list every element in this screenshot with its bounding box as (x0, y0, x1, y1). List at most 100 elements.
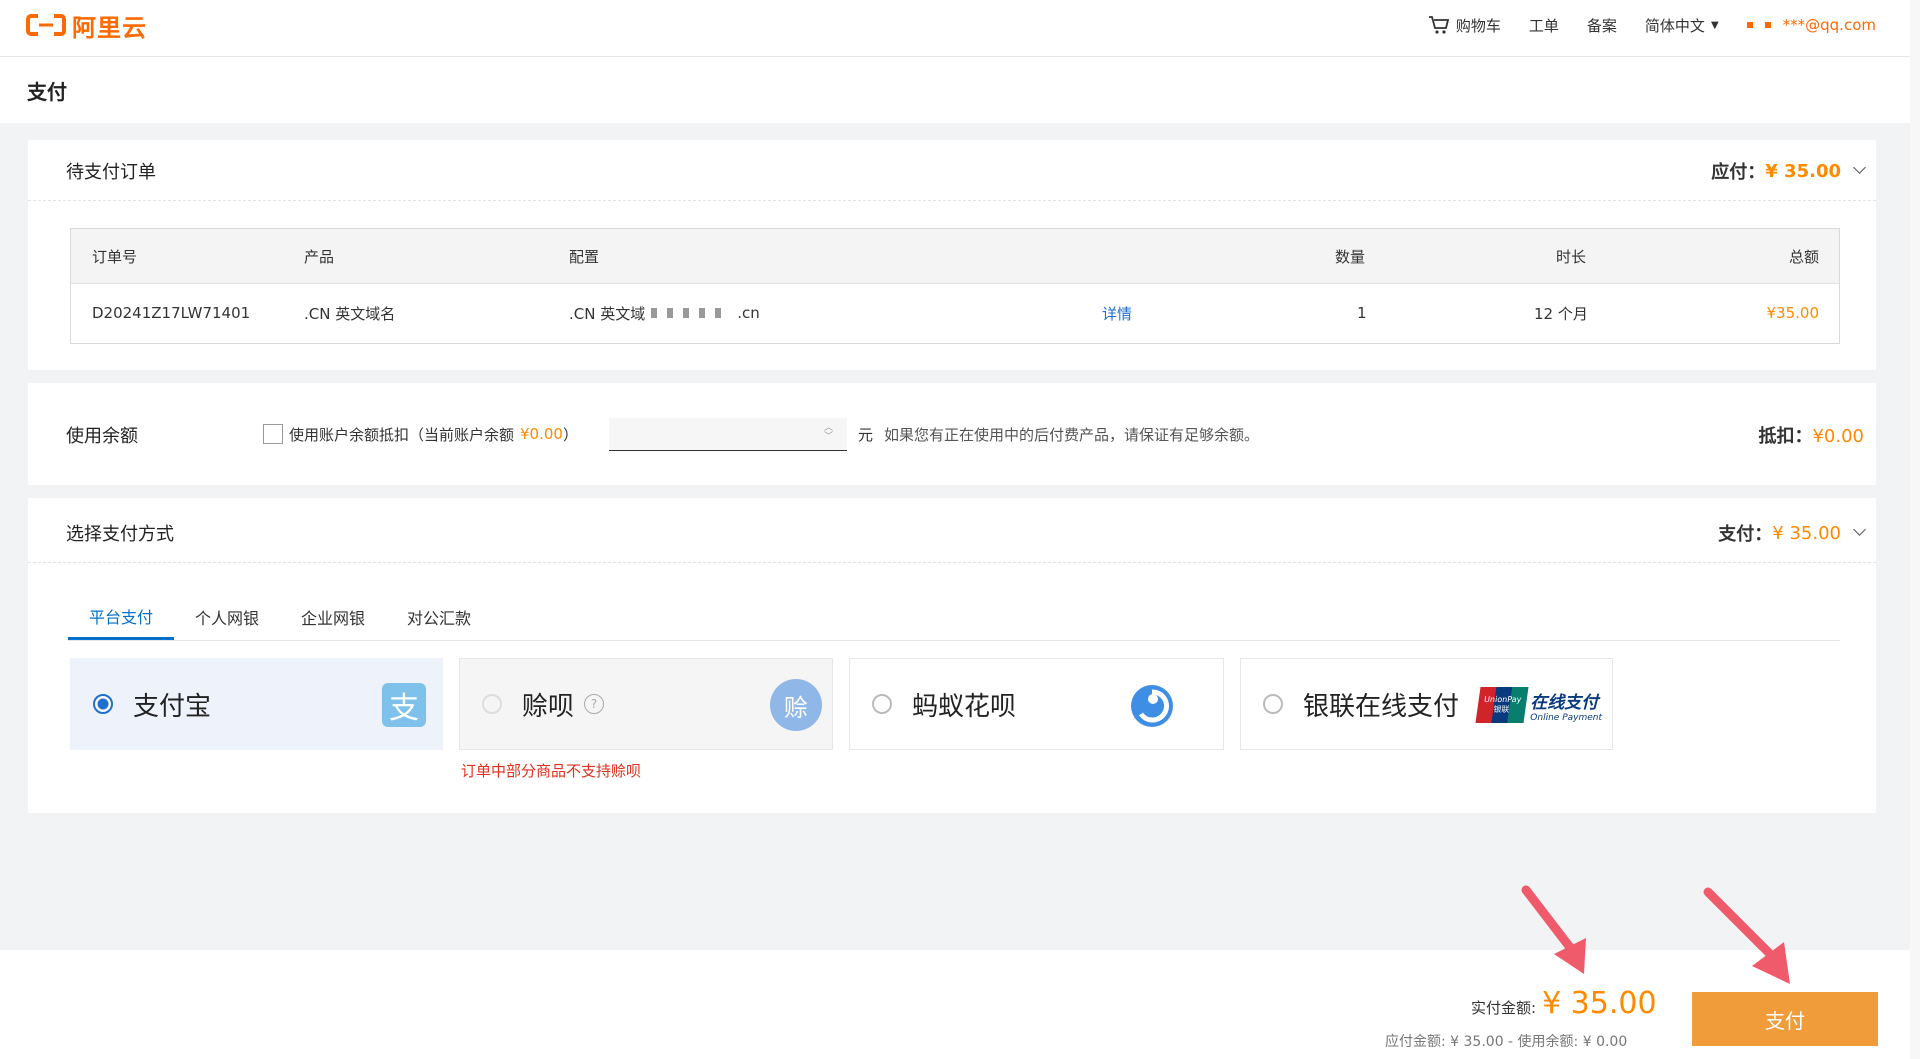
alipay-label: 支付宝 (133, 691, 212, 722)
balance-amount-input[interactable]: ︿ ﹀ (609, 418, 847, 451)
deduct-label: 抵扣： (1758, 426, 1813, 447)
unionpay-text: 在线支付 Online Payment (1530, 688, 1602, 723)
divider (28, 562, 1876, 563)
pay-amount: ¥ 35.00 (1772, 522, 1841, 544)
caret-down-icon: ▼ (1710, 19, 1719, 31)
page-title-bar (0, 57, 1910, 123)
config-value: .CN 英文域 .cn (569, 284, 760, 342)
shebei-icon: 赊 (770, 679, 822, 731)
tab-personal-bank[interactable]: 个人网银 (174, 594, 280, 640)
message-icon (1764, 22, 1771, 28)
help-icon[interactable]: ? (584, 694, 605, 714)
chevron-down-icon (1853, 160, 1866, 174)
tab-enterprise-bank[interactable]: 企业网银 (280, 594, 386, 640)
cart-icon (1428, 16, 1450, 34)
pay-option-alipay[interactable]: 支付宝 支 (70, 658, 443, 750)
stepper-icon[interactable]: ︿ ﹀ (824, 424, 833, 442)
window-edge (1910, 0, 1920, 1059)
radio-unselected[interactable] (1263, 694, 1283, 714)
payment-breakdown: 应付金额: ¥ 35.00 - 使用余额: ¥ 0.00 (1385, 1034, 1628, 1050)
annotation-arrow-icon (1521, 885, 1586, 974)
aliyun-logo[interactable]: 阿里云 (26, 10, 147, 42)
filing-link[interactable]: 备案 (1587, 15, 1617, 36)
divider (28, 200, 1876, 201)
product-name: .CN 英文域名 (304, 304, 396, 323)
use-balance-checkbox[interactable] (263, 424, 283, 444)
detail-link[interactable]: 详情 (1102, 284, 1132, 342)
col-qty: 数量 (1335, 247, 1366, 266)
cart-link[interactable]: 购物车 (1428, 14, 1501, 36)
pay-option-shebei[interactable]: 赊呗 ? 赊 (459, 658, 833, 750)
huabei-label: 蚂蚁花呗 (912, 691, 1017, 722)
annotation-arrow-icon (1703, 887, 1790, 984)
unionpay-logo: UnionPay 银联 在线支付 Online Payment (1475, 687, 1602, 723)
table-row: D20241Z17LW71401 .CN 英文域名 .CN 英文域 .cn 详情… (71, 284, 1839, 342)
order-qty: 1 (1357, 304, 1367, 322)
col-total: 总额 (1788, 247, 1819, 266)
payment-tabs: 平台支付 个人网银 企业网银 对公汇款 (68, 594, 1840, 641)
order-table: 订单号 产品 配置 数量 时长 总额 D20241Z17LW71401 .CN … (70, 228, 1840, 344)
col-duration: 时长 (1556, 247, 1587, 266)
col-product: 产品 (304, 247, 335, 266)
radio-unselected[interactable] (872, 694, 892, 714)
actual-amount: ¥ 35.00 (1542, 986, 1657, 1021)
radio-selected[interactable] (93, 694, 113, 714)
payment-card (28, 498, 1876, 813)
ticket-label: 工单 (1528, 16, 1559, 35)
balance-unit: 元 (858, 426, 874, 444)
order-due-toggle[interactable]: 应付： ¥ 35.00 (1711, 158, 1866, 184)
actual-payment: 实付金额: ¥ 35.00 (1471, 986, 1657, 1021)
order-duration: 12 个月 (1534, 304, 1588, 323)
deduct-amount: ¥0.00 (1812, 426, 1864, 447)
language-dropdown[interactable]: 简体中文 ▼ (1645, 15, 1719, 36)
payment-amount-toggle[interactable]: 支付： ¥ 35.00 (1718, 520, 1866, 546)
pay-option-unionpay[interactable]: 银联在线支付 UnionPay 银联 在线支付 Online Payment (1240, 658, 1613, 750)
col-config: 配置 (569, 247, 600, 266)
pay-option-huabei[interactable]: 蚂蚁花呗 (849, 658, 1224, 750)
notification-icon (1746, 22, 1753, 28)
filing-label: 备案 (1586, 16, 1617, 35)
chevron-down-icon (1853, 522, 1866, 536)
unionpay-icon: UnionPay 银联 (1475, 687, 1529, 723)
huabei-icon (1131, 685, 1173, 727)
close-paren: ） (562, 425, 578, 444)
unionpay-label: 银联在线支付 (1303, 691, 1460, 722)
use-balance-checkbox-row[interactable]: 使用账户余额抵扣（当前账户余额 ¥0.00 ） (263, 422, 578, 446)
unionpay-brand: UnionPay (1483, 695, 1523, 704)
tab-platform-pay[interactable]: 平台支付 (68, 594, 175, 640)
use-balance-label: 使用账户余额抵扣（当前账户余额 (289, 425, 515, 444)
user-menu[interactable]: ***@qq.com (1746, 16, 1876, 34)
actual-label: 实付金额: (1471, 999, 1537, 1017)
balance-note: 如果您有正在使用中的后付费产品，请保证有足够余额。 (884, 426, 1260, 444)
user-email: ***@qq.com (1782, 16, 1876, 34)
col-order-id: 订单号 (92, 247, 138, 266)
shebei-label: 赊呗 (522, 691, 575, 722)
deduct-summary: 抵扣：¥0.00 (1758, 422, 1864, 448)
language-label: 简体中文 (1644, 16, 1705, 35)
redacted-block (651, 308, 732, 318)
config-suffix: .cn (737, 304, 760, 322)
pay-button[interactable]: 支付 (1692, 992, 1878, 1046)
config-text: .CN 英文域 (569, 304, 646, 323)
order-section-title: 待支付订单 (66, 162, 156, 183)
ticket-link[interactable]: 工单 (1529, 15, 1559, 36)
unionpay-logo-en: Online Payment (1530, 712, 1602, 723)
payment-section-title: 选择支付方式 (66, 524, 174, 545)
alipay-icon: 支 (382, 683, 426, 727)
logo-text: 阿里云 (72, 13, 147, 42)
pay-label: 支付： (1718, 524, 1773, 545)
unionpay-brand-cn: 银联 (1493, 705, 1511, 714)
due-amount: ¥ 35.00 (1765, 160, 1841, 182)
tab-corporate-transfer[interactable]: 对公汇款 (386, 594, 492, 640)
top-nav: 购物车 工单 备案 简体中文 ▼ ***@qq.com (1428, 0, 1876, 50)
shebei-warning: 订单中部分商品不支持赊呗 (461, 762, 642, 780)
cart-label: 购物车 (1455, 16, 1501, 35)
radio-disabled[interactable] (482, 694, 502, 714)
order-id: D20241Z17LW71401 (92, 304, 251, 322)
unionpay-logo-cn: 在线支付 (1530, 692, 1599, 713)
due-label: 应付： (1711, 162, 1766, 183)
table-header: 订单号 产品 配置 数量 时长 总额 (71, 229, 1839, 284)
order-total: ¥35.00 (1766, 304, 1820, 322)
aliyun-logo-icon (26, 14, 66, 36)
balance-section-title: 使用余额 (66, 426, 138, 447)
